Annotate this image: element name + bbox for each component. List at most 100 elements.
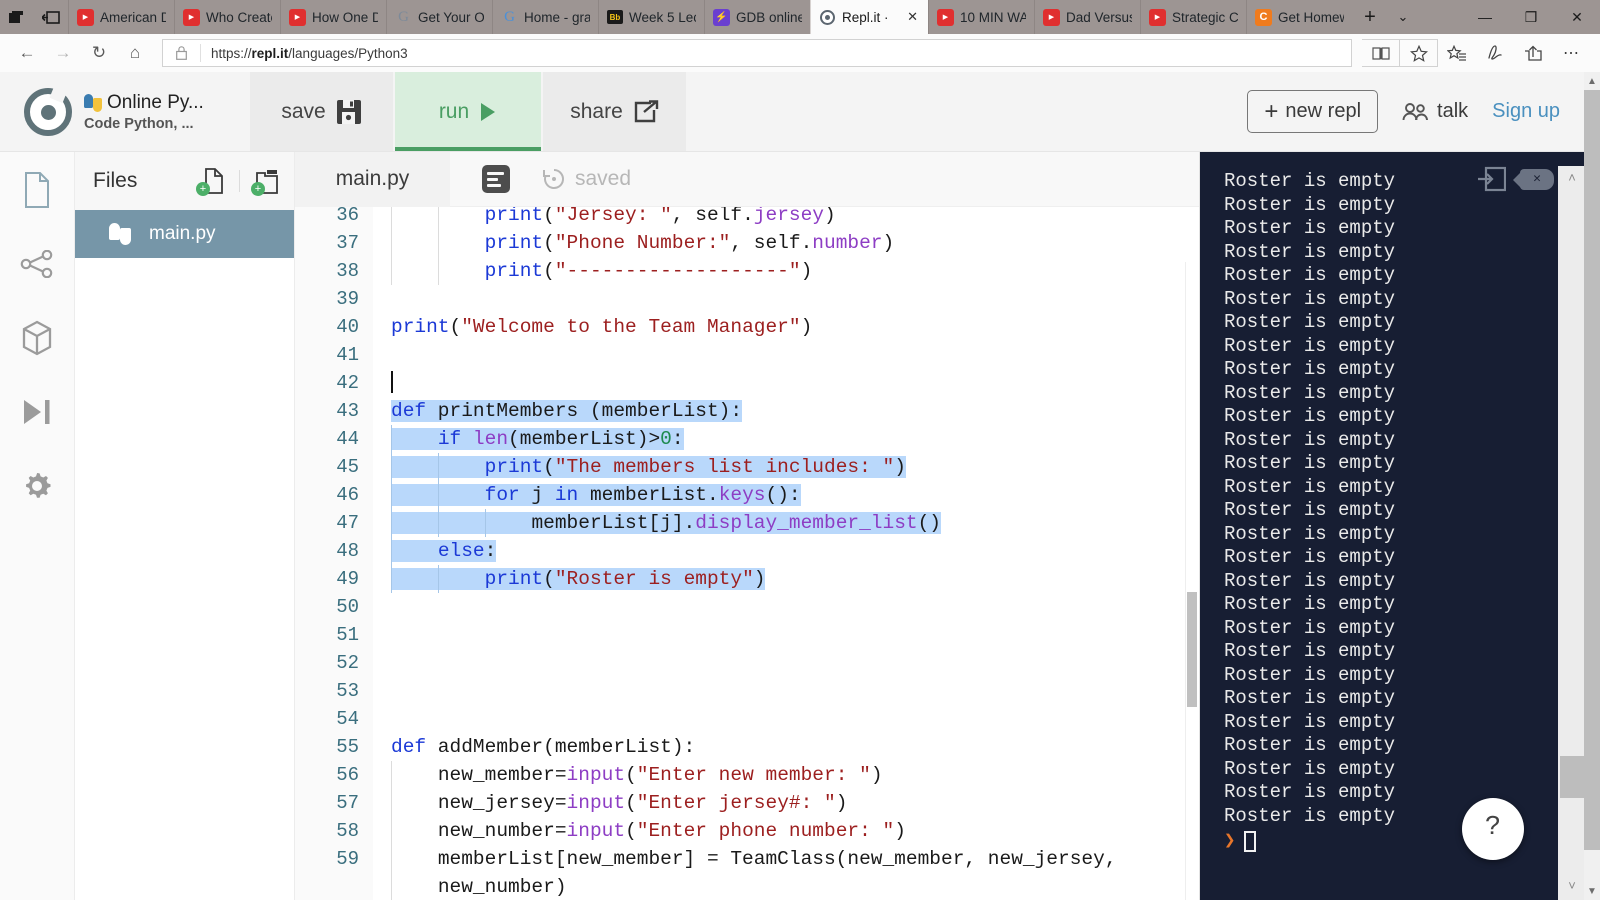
sidebar-item-debugger[interactable]	[17, 392, 57, 432]
browser-tab[interactable]: Who Create	[174, 0, 280, 34]
code-line: 47 memberList[j].display_member_list()	[295, 509, 1199, 537]
new-tab-button[interactable]: +	[1352, 0, 1388, 34]
line-number: 45	[295, 453, 373, 481]
code-content[interactable]: 36 print("Jersey: ", self.jersey)37 prin…	[295, 207, 1199, 900]
indent-guide	[438, 257, 439, 285]
browser-tab[interactable]: How One D	[280, 0, 386, 34]
browser-chrome: American D Who Create How One DGGet Your O…	[0, 0, 1600, 72]
line-text: def addMember(memberList):	[373, 733, 1199, 761]
line-number: 51	[295, 621, 373, 649]
page-scroll-up-button[interactable]: ▲	[1584, 72, 1600, 90]
browser-tab-title: Who Create	[206, 10, 272, 25]
indent-guide	[485, 509, 486, 537]
share-button[interactable]: share	[543, 72, 688, 151]
web-notes-icon[interactable]	[1476, 38, 1514, 68]
talk-button[interactable]: talk	[1402, 100, 1468, 123]
gdb-icon: ⚡	[713, 9, 730, 26]
console-line: Roster is empty	[1224, 405, 1600, 429]
plus-icon: +	[1264, 102, 1278, 121]
save-button[interactable]: save	[250, 72, 395, 151]
indent-guide	[391, 425, 392, 453]
code-line: new_number)	[295, 873, 1199, 900]
toolbar-divider	[239, 170, 240, 192]
sign-up-link[interactable]: Sign up	[1492, 100, 1560, 123]
sidebar-item-files[interactable]	[17, 170, 57, 210]
line-text: new_member=input("Enter new member: ")	[373, 761, 1199, 789]
sidebar-item-packages[interactable]	[17, 318, 57, 358]
browser-tab[interactable]: CGet Homew	[1246, 0, 1352, 34]
browser-tab[interactable]: GGet Your On	[386, 0, 492, 34]
set-aside-tabs-icon[interactable]	[34, 0, 68, 34]
file-item-main-py[interactable]: main.py	[75, 210, 294, 258]
add-file-button[interactable]: +	[199, 168, 225, 194]
help-button[interactable]: ?	[1462, 798, 1524, 860]
replit-brand[interactable]: Online Py... Code Python, ...	[0, 72, 250, 151]
page-vertical-scrollbar[interactable]: ▲ ▼	[1584, 72, 1600, 900]
editor-vertical-scrollbar[interactable]	[1185, 262, 1199, 900]
page-scrollbar-thumb[interactable]	[1584, 90, 1600, 850]
window-minimize-button[interactable]: —	[1462, 0, 1508, 34]
sidebar-item-version-control[interactable]	[17, 244, 57, 284]
console-line: Roster is empty	[1224, 617, 1600, 641]
back-button[interactable]: ←	[10, 38, 44, 68]
browser-tab[interactable]: Dad Versus	[1034, 0, 1140, 34]
tab-list-chevron-icon[interactable]: ⌄	[1388, 0, 1418, 34]
window-restore-button[interactable]: ❒	[1508, 0, 1554, 34]
indent-guide	[438, 481, 439, 509]
browser-toolbar: ← → ↻ ⌂ https://repl.it/languages/Python…	[0, 34, 1600, 72]
console-line: Roster is empty	[1224, 241, 1600, 265]
browser-tab[interactable]: BbWeek 5 Lec	[598, 0, 704, 34]
tab-preview-icon[interactable]	[0, 0, 34, 34]
code-line: 50	[295, 593, 1199, 621]
browser-tab-title: Week 5 Lec	[629, 10, 696, 25]
favorite-star-icon[interactable]	[1400, 39, 1438, 67]
run-button[interactable]: run	[395, 72, 543, 151]
page-scroll-down-button[interactable]: ▼	[1584, 882, 1600, 900]
console-line: Roster is empty	[1224, 640, 1600, 664]
enter-input-icon[interactable]	[1478, 166, 1506, 192]
youtube-icon	[937, 9, 954, 26]
favorites-hub-icon[interactable]	[1438, 38, 1476, 68]
address-bar-text: https://repl.it/languages/Python3	[201, 46, 408, 61]
browser-tab[interactable]: GHome - gra	[492, 0, 598, 34]
console-scroll-up-button[interactable]: ˄	[1558, 166, 1586, 192]
browser-tab[interactable]: 10 MIN WA	[928, 0, 1034, 34]
browser-tab-title: Dad Versus	[1066, 10, 1132, 25]
line-number: 38	[295, 257, 373, 285]
settings-more-icon[interactable]: ⋯	[1552, 38, 1590, 68]
indent-guide	[391, 845, 392, 873]
new-repl-button[interactable]: + new repl	[1247, 90, 1378, 133]
history-icon	[542, 167, 566, 191]
console-output[interactable]: Roster is emptyRoster is emptyRoster is …	[1200, 152, 1600, 900]
format-lines-icon[interactable]	[482, 165, 510, 193]
share-icon[interactable]	[1514, 38, 1552, 68]
console-line: Roster is empty	[1224, 194, 1600, 218]
console-prompt[interactable]: ❯	[1224, 828, 1600, 854]
reading-view-icon[interactable]	[1362, 39, 1400, 67]
workspace: Files + + main.py main.py	[0, 152, 1600, 900]
browser-tab[interactable]: Strategic C	[1140, 0, 1246, 34]
line-number: 57	[295, 789, 373, 817]
youtube-icon	[1043, 9, 1060, 26]
console-line: Roster is empty	[1224, 217, 1600, 241]
forward-button[interactable]: →	[46, 38, 80, 68]
editor-scrollbar-thumb[interactable]	[1187, 592, 1197, 707]
close-icon[interactable]: ✕	[905, 9, 920, 25]
console-scrollbar-thumb[interactable]	[1560, 756, 1584, 798]
console-scroll-down-button[interactable]: ˅	[1558, 874, 1586, 900]
clear-console-icon[interactable]: ✕	[1520, 169, 1554, 190]
console-vertical-scrollbar[interactable]: ˄ ˅	[1558, 166, 1586, 900]
add-folder-button[interactable]: +	[254, 168, 280, 194]
editor-tab-main-py[interactable]: main.py	[295, 152, 450, 207]
chegg-icon: C	[1255, 9, 1272, 26]
browser-tab-active[interactable]: Repl.it ·✕	[810, 0, 928, 34]
window-close-button[interactable]: ✕	[1554, 0, 1600, 34]
browser-tab[interactable]: ⚡GDB online	[704, 0, 810, 34]
address-bar[interactable]: https://repl.it/languages/Python3	[162, 39, 1352, 67]
browser-tab[interactable]: American D	[68, 0, 174, 34]
reload-button[interactable]: ↻	[82, 38, 116, 68]
sidebar-item-settings[interactable]	[17, 466, 57, 506]
home-button[interactable]: ⌂	[118, 38, 152, 68]
indent-guide	[438, 509, 439, 537]
console-line: Roster is empty	[1224, 476, 1600, 500]
